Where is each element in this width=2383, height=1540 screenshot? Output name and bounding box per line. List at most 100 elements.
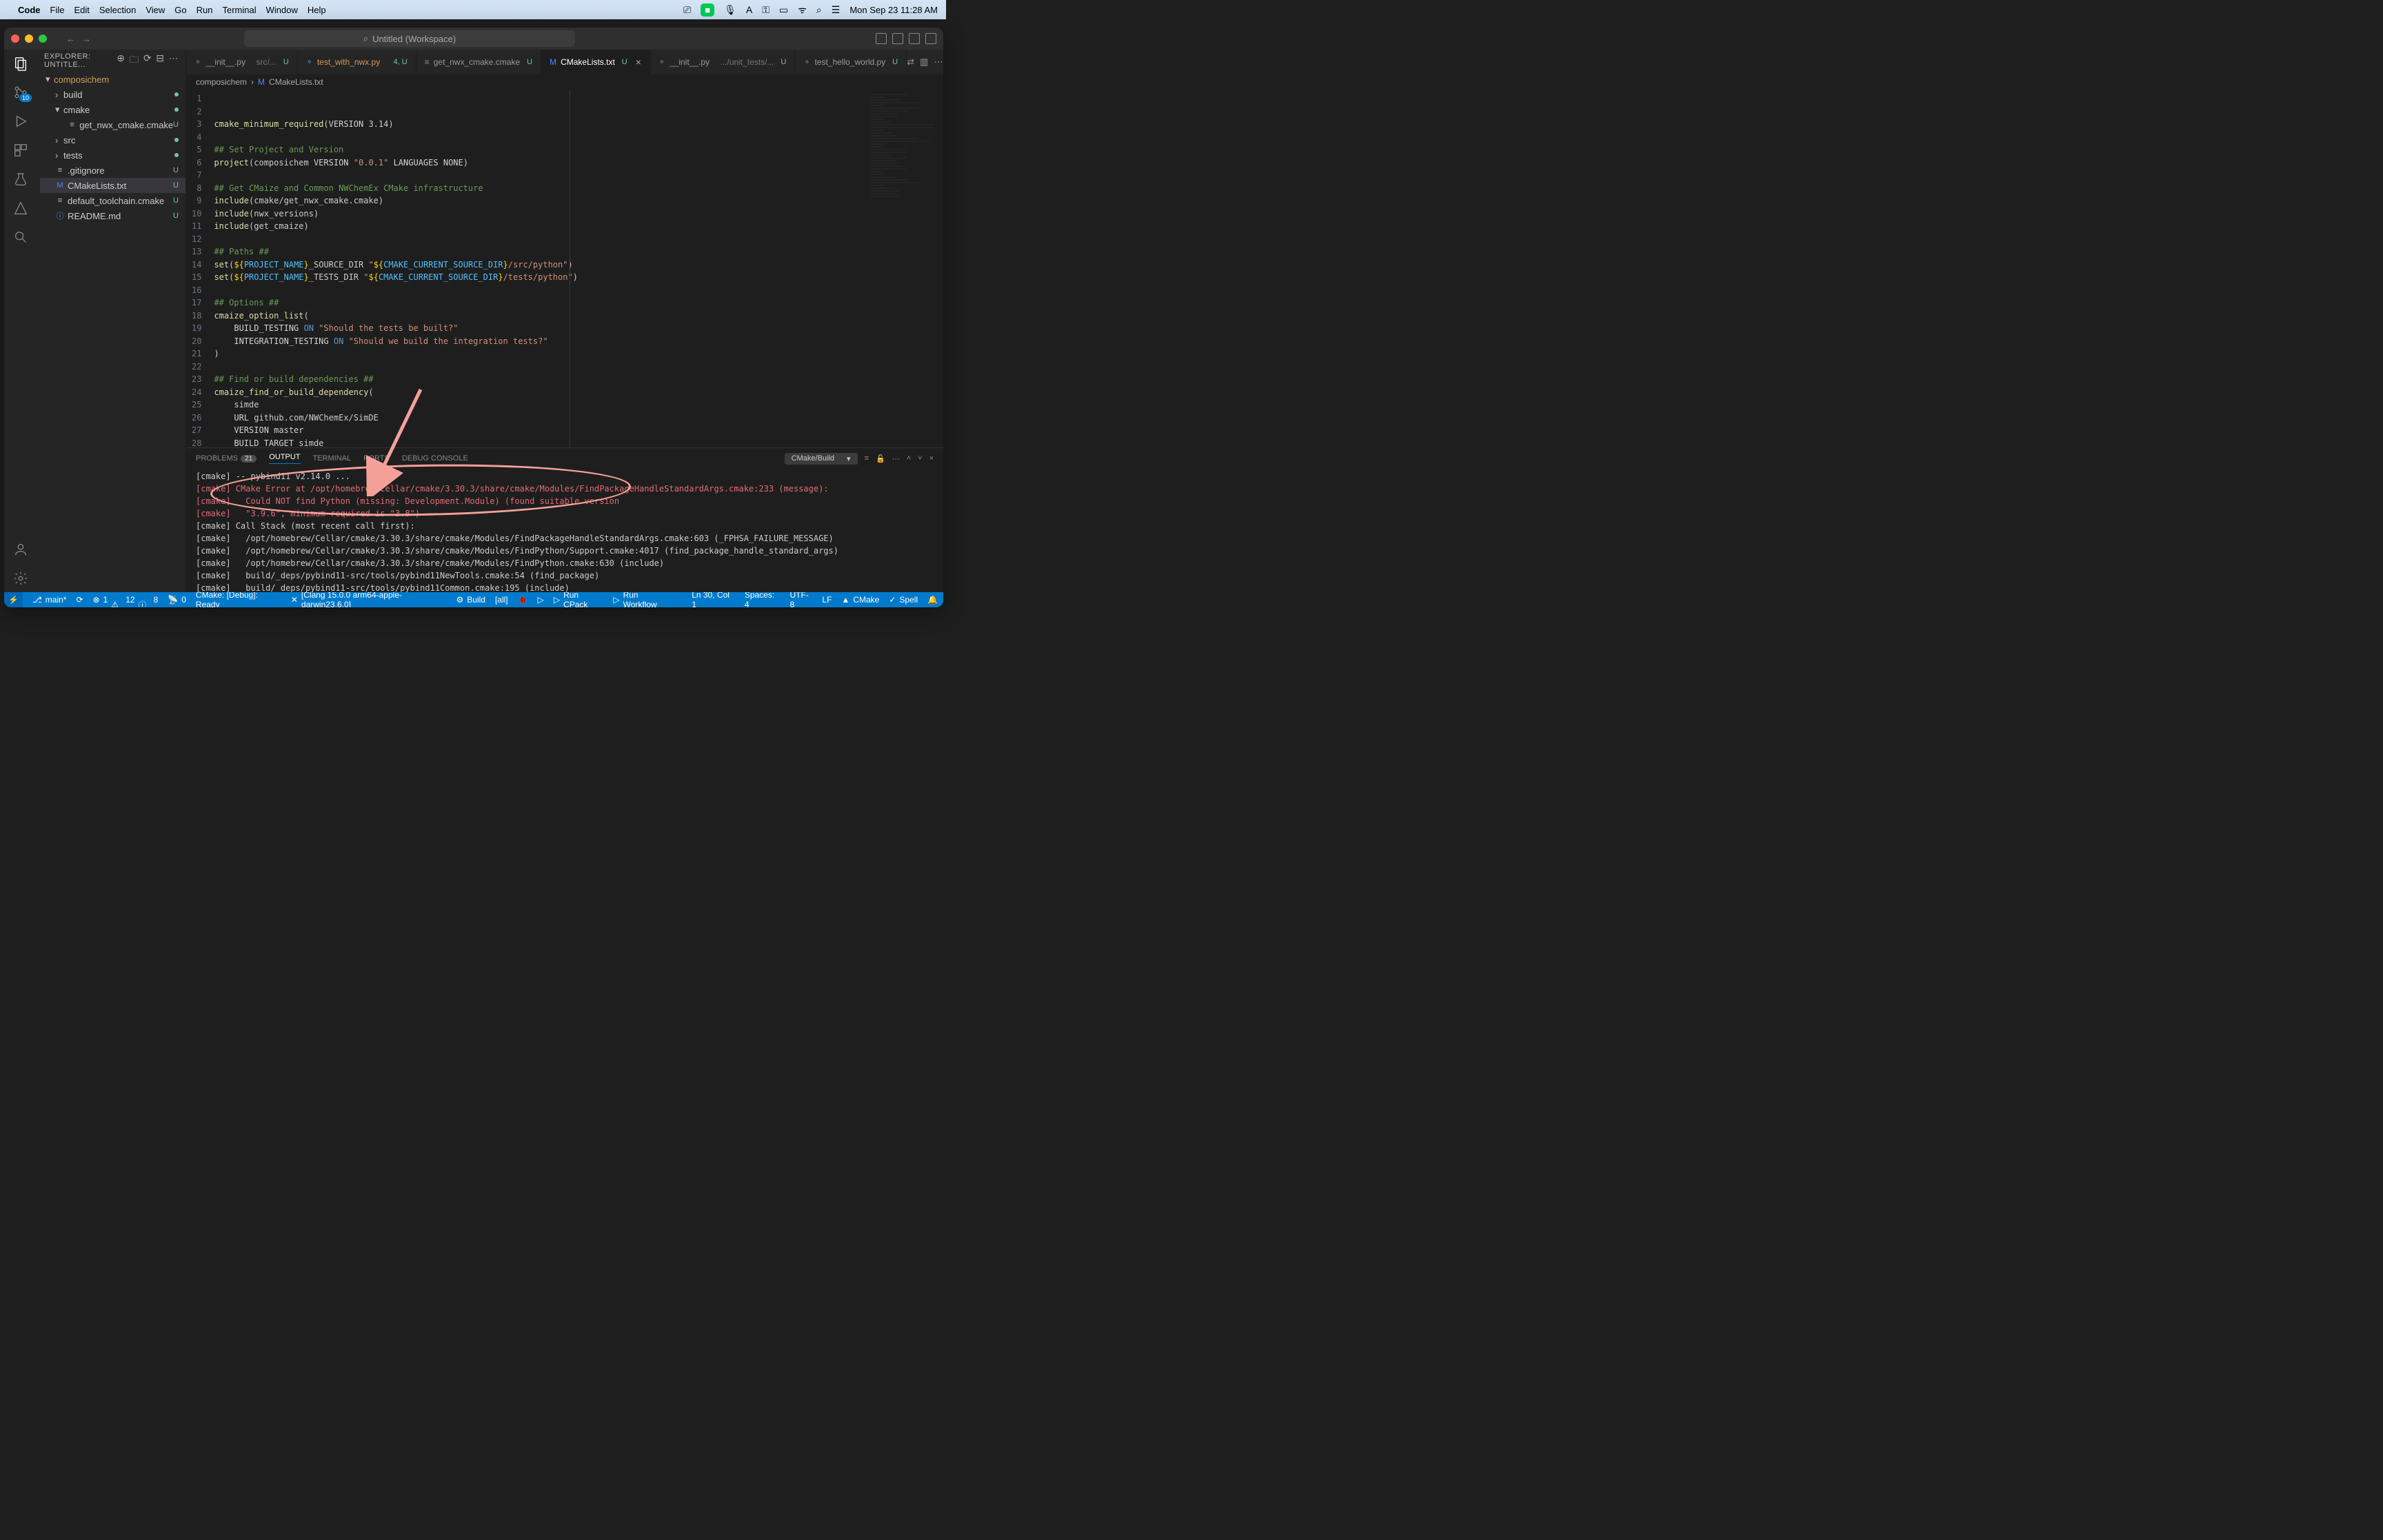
minimap[interactable] — [867, 90, 943, 447]
panel-tab-ports[interactable]: PORTS — [363, 454, 390, 463]
app-icon[interactable]: A — [746, 4, 752, 15]
close-tab-icon[interactable]: × — [636, 57, 641, 68]
compare-icon[interactable]: ⇄ — [907, 57, 914, 68]
layout-sidebar-right-icon[interactable] — [909, 33, 920, 44]
screen-mirror-icon[interactable]: ⎚ — [683, 4, 691, 16]
ports-status[interactable]: 📡 0 — [168, 595, 186, 605]
camera-icon[interactable]: ■ — [701, 3, 714, 17]
fullscreen-window-button[interactable] — [39, 34, 47, 43]
tree-file-readme[interactable]: ⓘREADME.mdU — [40, 208, 185, 223]
breadcrumbs[interactable]: composichem › M CMakeLists.txt — [186, 74, 943, 90]
layout-sidebar-left-icon[interactable] — [876, 33, 887, 44]
menu-terminal[interactable]: Terminal — [223, 5, 257, 15]
indentation-status[interactable]: Spaces: 4 — [745, 590, 781, 607]
output-lock-icon[interactable]: 🔓 — [876, 454, 885, 463]
battery-icon[interactable]: ▭ — [779, 4, 788, 16]
cmake-launch-icon[interactable]: ▷ — [538, 595, 544, 605]
output-more-icon[interactable]: ⋯ — [892, 454, 900, 463]
cmake-target[interactable]: [all] — [495, 595, 508, 605]
panel-chevron-up-icon[interactable]: ˄ — [907, 454, 911, 463]
nav-back-icon[interactable]: ← — [66, 34, 75, 44]
layout-customize-icon[interactable] — [925, 33, 936, 44]
extensions-icon[interactable] — [12, 142, 29, 159]
tree-file-gitignore[interactable]: ≡.gitignoreU — [40, 163, 185, 178]
cmake-kit[interactable]: ✕ [Clang 15.0.0 arm64-apple-darwin23.6.0… — [291, 590, 447, 607]
tab-test-with-nwx[interactable]: ⚬test_with_nwx.py 4, U — [298, 50, 416, 74]
code-content[interactable]: cmake_minimum_required(VERSION 3.14) ## … — [211, 90, 867, 447]
panel-tab-output[interactable]: OUTPUT — [269, 453, 300, 464]
run-debug-icon[interactable] — [12, 113, 29, 130]
command-center[interactable]: ⌕ Untitled (Workspace) — [244, 30, 575, 47]
sync-button[interactable]: ⟳ — [76, 595, 83, 605]
spotlight-icon[interactable]: ⌕ — [816, 4, 822, 16]
tree-folder-tests[interactable]: ›tests — [40, 148, 185, 163]
cmake-build-button[interactable]: ⚙ Build — [456, 595, 485, 605]
key-icon[interactable]: ⚿ — [762, 4, 770, 16]
tree-root[interactable]: ▾composichem — [40, 72, 185, 87]
code-editor[interactable]: 1234567891011121314151617181920212223242… — [186, 90, 943, 447]
panel-tab-problems[interactable]: PROBLEMS21 — [196, 454, 257, 463]
breadcrumb-folder[interactable]: composichem — [196, 77, 247, 87]
refresh-icon[interactable]: ⟳ — [143, 52, 152, 69]
source-control-icon[interactable]: 10 — [12, 84, 29, 101]
mic-icon[interactable]: 🎙 — [724, 4, 736, 16]
menu-edit[interactable]: Edit — [74, 5, 89, 15]
split-editor-icon[interactable]: ▥ — [920, 57, 928, 68]
spell-status[interactable]: ✓ Spell — [889, 595, 918, 605]
menu-help[interactable]: Help — [308, 5, 326, 15]
testing-icon[interactable] — [12, 171, 29, 188]
tab-cmakelists[interactable]: MCMakeLists.txtU× — [541, 50, 650, 74]
tree-folder-build[interactable]: ›build — [40, 87, 185, 102]
tree-folder-src[interactable]: ›src — [40, 132, 185, 148]
menu-selection[interactable]: Selection — [99, 5, 136, 15]
problems-status[interactable]: ⊗ 1 ⚠ 12 ⓘ 8 — [93, 589, 159, 608]
tab-test-hello-world[interactable]: ⚬test_hello_world.pyU — [795, 50, 907, 74]
output-channel-dropdown[interactable]: CMake/Build▾ — [785, 453, 858, 465]
settings-gear-icon[interactable] — [12, 570, 29, 587]
nav-forward-icon[interactable]: → — [82, 34, 91, 44]
cmake-icon[interactable] — [12, 200, 29, 216]
tree-folder-cmake[interactable]: ▾cmake — [40, 102, 185, 117]
layout-panel-icon[interactable] — [892, 33, 903, 44]
tab-init-tests[interactable]: ⚬__init__.py .../unit_tests/...U — [650, 50, 795, 74]
menu-file[interactable]: File — [50, 5, 65, 15]
encoding-status[interactable]: UTF-8 — [790, 590, 812, 607]
panel-chevron-down-icon[interactable]: ˅ — [918, 454, 922, 463]
menu-run[interactable]: Run — [197, 5, 213, 15]
remote-indicator[interactable]: ⚡ — [4, 592, 23, 607]
cursor-position[interactable]: Ln 30, Col 1 — [692, 590, 735, 607]
scm-branch[interactable]: ⎇ main* — [32, 595, 67, 605]
menu-go[interactable]: Go — [174, 5, 186, 15]
menubar-datetime[interactable]: Mon Sep 23 11:28 AM — [849, 5, 938, 15]
panel-tab-debug-console[interactable]: DEBUG CONSOLE — [402, 454, 468, 463]
minimize-window-button[interactable] — [25, 34, 33, 43]
app-name[interactable]: Code — [18, 5, 41, 15]
tree-file-default-toolchain[interactable]: ≡default_toolchain.cmakeU — [40, 193, 185, 208]
more-tab-actions-icon[interactable]: ⋯ — [934, 57, 943, 68]
wifi-icon[interactable]: ᯤ — [798, 3, 807, 17]
eol-status[interactable]: LF — [822, 595, 832, 605]
breadcrumb-file[interactable]: CMakeLists.txt — [269, 77, 323, 87]
control-center-icon[interactable]: ☰ — [832, 4, 841, 16]
new-file-icon[interactable]: ⊕ — [117, 52, 125, 69]
panel-close-icon[interactable]: × — [929, 454, 934, 463]
close-window-button[interactable] — [11, 34, 19, 43]
cmake-debug-icon[interactable]: 🐞 — [518, 595, 528, 605]
menu-view[interactable]: View — [145, 5, 165, 15]
cmake-run-cpack[interactable]: ▷ Run CPack — [554, 590, 604, 607]
tree-file-cmakelists[interactable]: MCMakeLists.txtU — [40, 178, 185, 193]
language-mode[interactable]: ▲ CMake — [841, 595, 879, 605]
tab-init-src[interactable]: ⚬__init__.py src/...U — [186, 50, 298, 74]
more-icon[interactable]: ⋯ — [169, 52, 179, 69]
tab-get-nwx-cmake[interactable]: ≡get_nwx_cmake.cmakeU — [416, 50, 541, 74]
account-icon[interactable] — [12, 541, 29, 558]
panel-tab-terminal[interactable]: TERMINAL — [313, 454, 352, 463]
collapse-icon[interactable]: ⊟ — [156, 52, 164, 69]
menu-window[interactable]: Window — [266, 5, 298, 15]
output-content[interactable]: [cmake] -- pybind11 v2.14.0 ...[cmake] C… — [186, 469, 943, 592]
search-activity-icon[interactable] — [12, 229, 29, 245]
new-folder-icon[interactable]: 🗀 — [130, 52, 140, 69]
output-filter-icon[interactable]: ≡ — [865, 454, 869, 463]
cmake-status[interactable]: CMake: [Debug]: Ready — [196, 590, 281, 607]
tree-file-get-nwx-cmake[interactable]: ≡get_nwx_cmake.cmakeU — [40, 117, 185, 132]
